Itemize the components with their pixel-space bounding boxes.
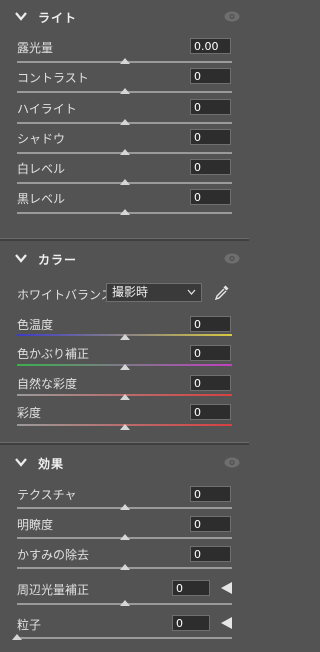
clarity-field[interactable]: 0 [190,516,231,532]
light-panel: ライト 露光量 0.00 コントラスト 0 ハイライト 0 シャドウ 0 白レベ… [0,0,249,236]
whites-slider-handle[interactable] [119,179,130,185]
grain-slider-handle[interactable] [12,634,22,640]
tint-slider-handle[interactable] [119,364,130,370]
shadows-label: シャドウ [17,132,66,146]
contrast-field[interactable]: 0 [190,68,231,84]
texture-field[interactable]: 0 [190,486,231,502]
dehaze-field[interactable]: 0 [190,546,231,562]
highlights-field[interactable]: 0 [190,99,231,115]
whites-field[interactable]: 0 [190,159,231,175]
eye-icon[interactable] [224,457,240,468]
eye-icon[interactable] [224,253,240,264]
vignette-slider-handle[interactable] [119,600,130,606]
shadows-slider-handle[interactable] [119,149,130,155]
vignette-label: 周辺光量補正 [17,583,90,597]
white-balance-label: ホワイトバランス [17,288,113,302]
white-balance-select[interactable]: 撮影時 [106,283,202,302]
temperature-slider-handle[interactable] [119,334,130,340]
clarity-label: 明瞭度 [17,518,54,532]
texture-label: テクスチャ [17,488,77,502]
effects-section-header[interactable]: 効果 [0,448,249,478]
shadows-field[interactable]: 0 [190,129,231,145]
tint-field[interactable]: 0 [190,345,231,361]
contrast-label: コントラスト [17,71,89,85]
saturation-field[interactable]: 0 [190,404,231,420]
chevron-down-icon[interactable] [14,10,28,22]
texture-slider-handle[interactable] [119,504,130,510]
blacks-slider-handle[interactable] [119,209,130,215]
color-panel: カラー ホワイトバランス 撮影時 色温度 0 色かぶり補正 0 自然な彩度 0 … [0,241,249,441]
dehaze-label: かすみの除去 [17,548,90,562]
grain-field[interactable]: 0 [172,615,210,631]
light-section-title: ライト [38,10,78,25]
color-section-title: カラー [38,252,78,267]
temperature-label: 色温度 [17,318,54,332]
exposure-label: 露光量 [17,41,54,55]
chevron-down-icon[interactable] [14,252,28,264]
chevron-down-icon [187,289,196,295]
vignette-expand-triangle-icon[interactable] [221,582,232,594]
effects-section-title: 効果 [38,456,65,471]
exposure-field[interactable]: 0.00 [190,38,231,54]
blacks-label: 黒レベル [17,192,66,206]
color-section-header[interactable]: カラー [0,244,249,274]
grain-label: 粒子 [17,618,42,632]
dehaze-slider-handle[interactable] [119,564,130,570]
contrast-slider-handle[interactable] [119,88,130,94]
eyedropper-icon[interactable] [213,283,231,301]
blacks-field[interactable]: 0 [190,189,231,205]
effects-panel: 効果 テクスチャ 0 明瞭度 0 かすみの除去 0 周辺光量補正 0 粒子 0 [0,445,249,652]
temperature-field[interactable]: 0 [190,316,231,332]
saturation-slider-handle[interactable] [119,424,130,430]
vibrance-slider-handle[interactable] [119,394,130,400]
white-balance-value: 撮影時 [112,285,149,299]
chevron-down-icon[interactable] [14,456,28,468]
exposure-slider-handle[interactable] [119,58,130,64]
clarity-slider-handle[interactable] [119,534,130,540]
vignette-field[interactable]: 0 [172,580,210,596]
vibrance-field[interactable]: 0 [190,375,231,391]
tint-label: 色かぶり補正 [17,347,90,361]
highlights-slider-handle[interactable] [119,119,130,125]
light-section-header[interactable]: ライト [0,2,249,32]
whites-label: 白レベル [17,162,66,176]
saturation-label: 彩度 [17,406,42,420]
grain-track[interactable] [17,637,232,639]
highlights-label: ハイライト [17,102,77,116]
eye-icon[interactable] [224,11,240,22]
grain-expand-triangle-icon[interactable] [221,617,232,629]
vibrance-label: 自然な彩度 [17,377,78,391]
